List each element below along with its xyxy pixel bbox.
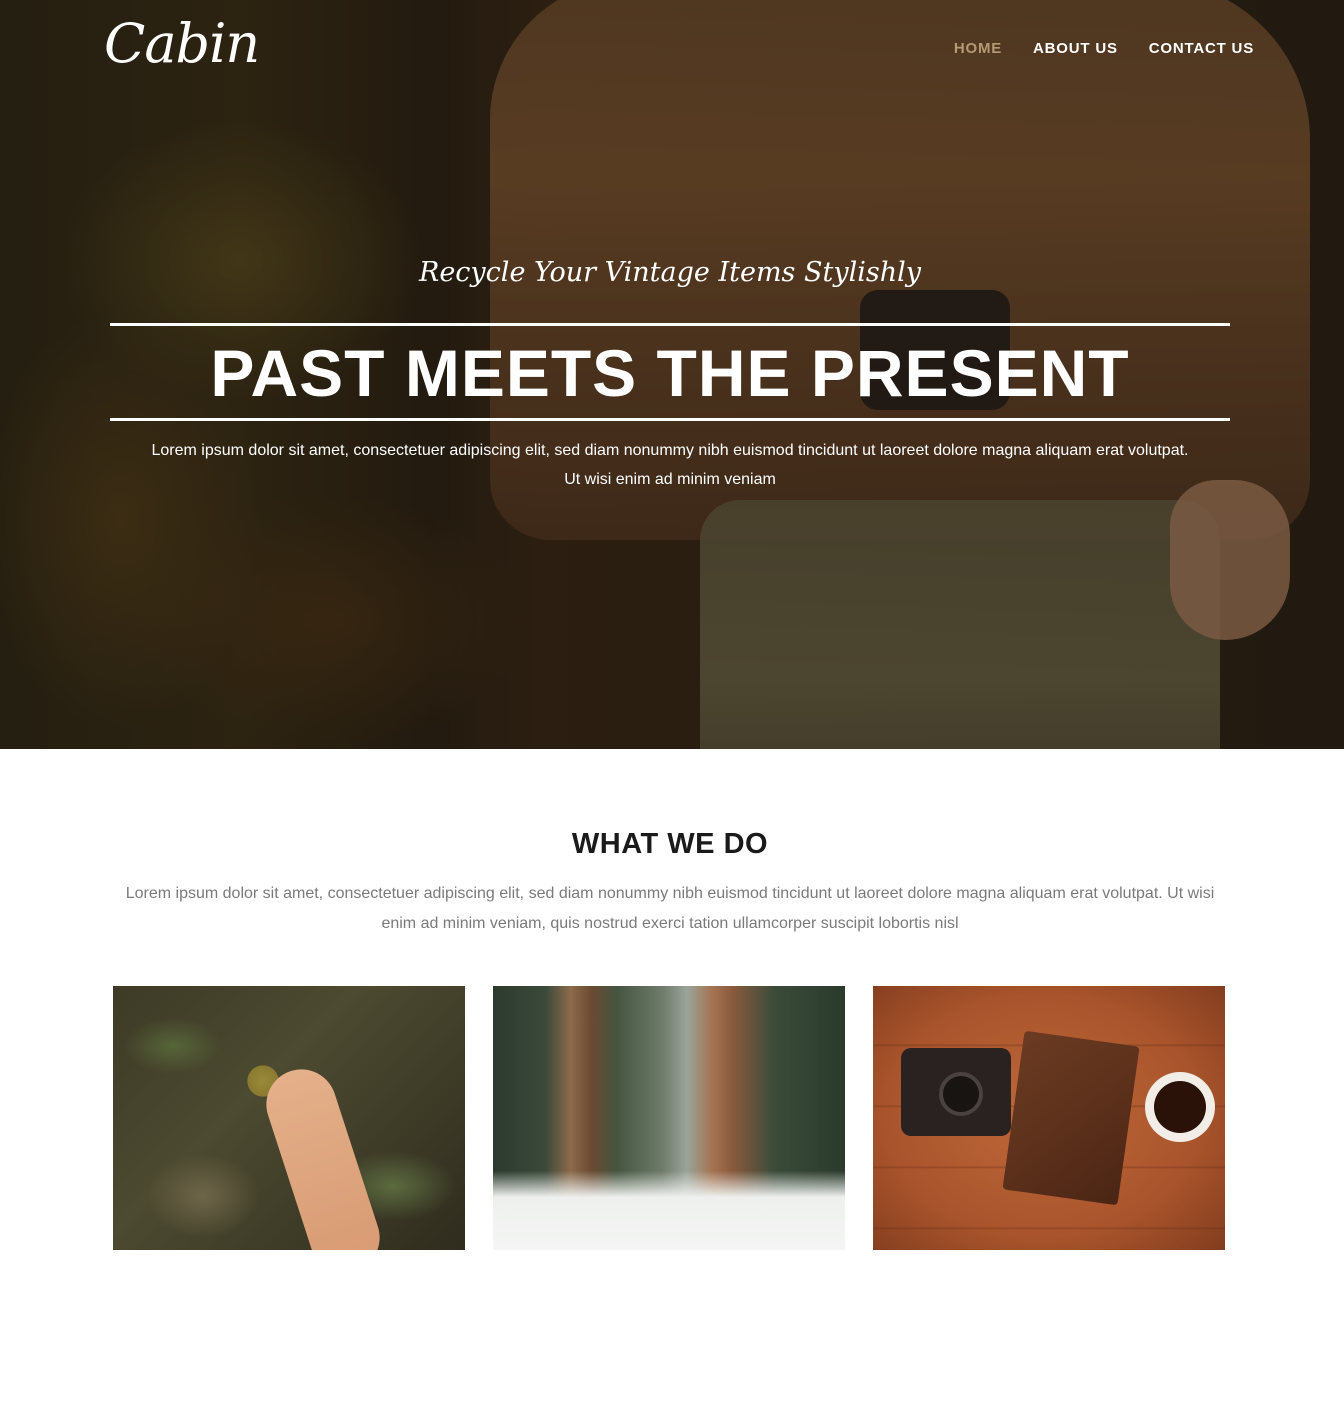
hero-section: Cabin HOME ABOUT US CONTACT US Recycle Y… — [0, 0, 1344, 749]
what-we-do-title: WHAT WE DO — [571, 828, 769, 860]
gallery-image-redwood-forest[interactable] — [493, 986, 845, 1250]
nav-item-home[interactable]: HOME — [954, 38, 1002, 60]
hero-tagline: Recycle Your Vintage Items Stylishly — [419, 257, 921, 288]
main-nav: HOME ABOUT US CONTACT US — [954, 38, 1254, 60]
notebook-shape — [1002, 1030, 1140, 1206]
arm-shape — [257, 1060, 389, 1250]
nav-item-contact-us[interactable]: CONTACT US — [1149, 38, 1254, 60]
hero-description: Lorem ipsum dolor sit amet, consectetuer… — [151, 442, 1189, 488]
gallery-image-camera-notebook-coffee[interactable] — [873, 986, 1225, 1250]
hero-rule-top — [110, 323, 1230, 326]
what-we-do-description: Lorem ipsum dolor sit amet, consectetuer… — [125, 885, 1215, 932]
nav-item-about-us[interactable]: ABOUT US — [1033, 38, 1118, 60]
logo[interactable]: Cabin — [104, 4, 260, 84]
coffee-shape — [1154, 1081, 1206, 1133]
hero-rule-bottom — [110, 418, 1230, 421]
camera-shape — [901, 1048, 1011, 1136]
camera-lens-shape — [939, 1072, 983, 1116]
coffee-cup-shape — [1145, 1072, 1215, 1142]
hero-headline: PAST MEETS THE PRESENT — [210, 336, 1130, 410]
gallery-image-hand-picking-fruit[interactable] — [113, 986, 465, 1250]
